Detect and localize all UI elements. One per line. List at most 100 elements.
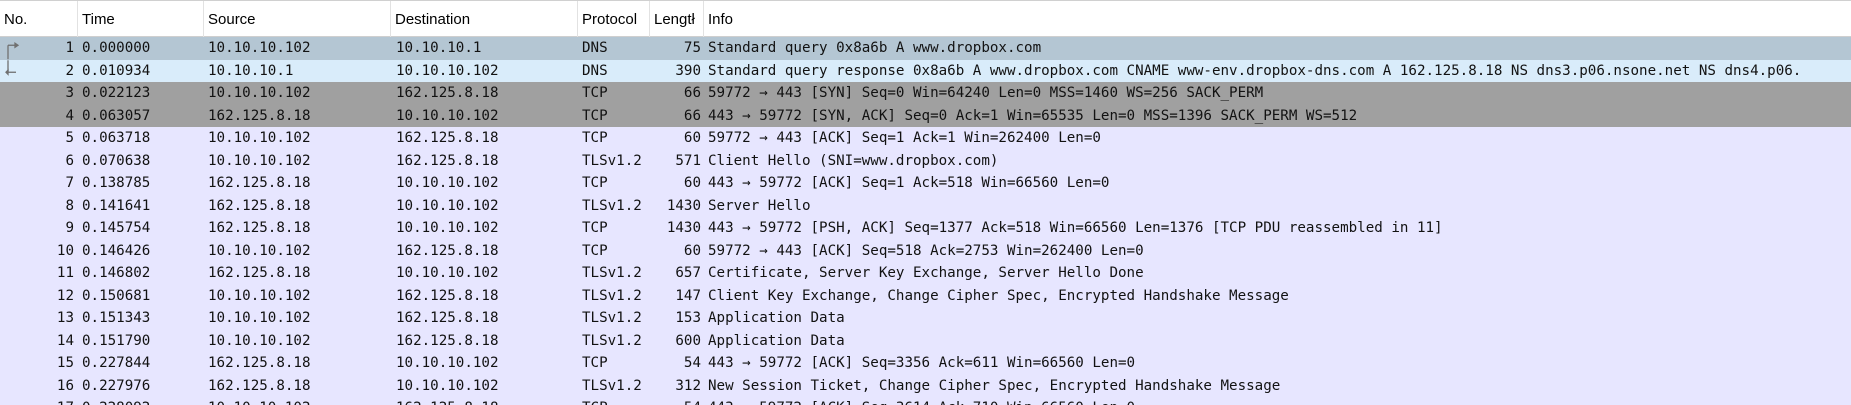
packet-source: 10.10.10.102	[208, 397, 388, 405]
packet-row[interactable]: 13 0.151343 10.10.10.102 162.125.8.18 TL…	[0, 307, 1851, 330]
packet-list-header: No. Time Source Destination Protocol Len…	[0, 0, 1851, 37]
packet-source: 10.10.10.102	[208, 332, 311, 349]
packet-destination: 10.10.10.102	[396, 197, 499, 214]
packet-row[interactable]: 16 0.227976 162.125.8.18 10.10.10.102 TL…	[0, 374, 1851, 397]
packet-source: 10.10.10.102	[208, 85, 311, 101]
packet-row[interactable]: 12 0.150681 10.10.10.102 162.125.8.18 TL…	[0, 284, 1851, 307]
packet-length: 1430	[666, 197, 701, 214]
packet-destination: 10.10.10.1	[396, 40, 482, 56]
packet-row[interactable]: 3 0.022123 10.10.10.102 162.125.8.18 TCP…	[0, 82, 1851, 105]
packet-number: 11	[56, 265, 74, 281]
packet-time: 0.063718	[82, 130, 151, 146]
packet-time: 0.227976	[82, 377, 151, 394]
packet-length: 153	[675, 310, 701, 326]
packet-row[interactable]: 4 0.063057 162.125.8.18 10.10.10.102 TCP…	[0, 104, 1851, 127]
packet-info: New Session Ticket, Change Cipher Spec, …	[708, 377, 1281, 394]
packet-info: Standard query response 0x8a6b A www.dro…	[708, 62, 1802, 79]
packet-time: 0.063057	[82, 107, 151, 124]
packet-source: 10.10.10.102	[208, 40, 311, 56]
packet-destination: 162.125.8.18	[396, 242, 499, 259]
packet-destination: 10.10.10.102	[396, 355, 499, 371]
packet-destination: 10.10.10.102	[396, 107, 499, 124]
packet-length: 1430	[666, 220, 701, 236]
packet-info: Standard query 0x8a6b A www.dropbox.com	[708, 40, 1042, 56]
column-header-destination[interactable]: Destination	[391, 1, 578, 37]
packet-row[interactable]: 8 0.141641 162.125.8.18 10.10.10.102 TLS…	[0, 194, 1851, 217]
packet-length: 571	[675, 152, 701, 169]
packet-destination: 162.125.8.18	[396, 397, 576, 405]
packet-destination: 10.10.10.102	[396, 220, 499, 236]
column-header-info[interactable]: Info	[704, 1, 1851, 37]
packet-time: 0.151790	[82, 332, 151, 349]
packet-time: 0.138785	[82, 175, 151, 191]
column-header-no[interactable]: No.	[0, 1, 78, 37]
packet-number: 6	[65, 152, 74, 169]
packet-row[interactable]: 14 0.151790 10.10.10.102 162.125.8.18 TL…	[0, 329, 1851, 352]
packet-number: 16	[56, 377, 74, 394]
packet-info: Client Hello (SNI=www.dropbox.com)	[708, 152, 999, 169]
packet-number: 9	[65, 220, 74, 236]
related-response-arrow-icon	[5, 59, 16, 76]
packet-length: 54	[640, 397, 701, 405]
packet-row[interactable]: 17 0.228092 10.10.10.102 162.125.8.18 TC…	[0, 397, 1851, 405]
packet-time: 0.227844	[82, 355, 151, 371]
packet-info: Application Data	[708, 310, 845, 326]
packet-time: 0.145754	[82, 220, 151, 236]
packet-source: 10.10.10.102	[208, 152, 311, 169]
packet-time: 0.022123	[82, 85, 151, 101]
packet-destination: 162.125.8.18	[396, 287, 499, 304]
column-header-time[interactable]: Time	[78, 1, 204, 37]
packet-length: 390	[675, 62, 701, 79]
packet-source: 10.10.10.102	[208, 242, 311, 259]
packet-row[interactable]: 1 0.000000 10.10.10.102 10.10.10.1 DNS 7…	[0, 37, 1851, 60]
packet-info: 443 → 59772 [PSH, ACK] Seq=1377 Ack=518 …	[708, 220, 1443, 236]
packet-number: 7	[65, 175, 74, 191]
packet-row[interactable]: 9 0.145754 162.125.8.18 10.10.10.102 TCP…	[0, 217, 1851, 240]
packet-row[interactable]: 10 0.146426 10.10.10.102 162.125.8.18 TC…	[0, 239, 1851, 262]
packet-number: 5	[65, 130, 74, 146]
packet-source: 10.10.10.102	[208, 310, 311, 326]
packet-source: 10.10.10.102	[208, 287, 311, 304]
packet-source: 162.125.8.18	[208, 175, 311, 191]
packet-source: 162.125.8.18	[208, 355, 311, 371]
column-header-protocol[interactable]: Protocol	[578, 1, 650, 37]
packet-number: 10	[56, 242, 74, 259]
packet-info: 59772 → 443 [SYN] Seq=0 Win=64240 Len=0 …	[708, 85, 1264, 101]
packet-length: 75	[683, 40, 701, 56]
packet-length: 60	[683, 175, 701, 191]
packet-destination: 162.125.8.18	[396, 332, 499, 349]
packet-info: 59772 → 443 [ACK] Seq=1 Ack=1 Win=262400…	[708, 130, 1101, 146]
packet-list[interactable]: No. Time Source Destination Protocol Len…	[0, 0, 1851, 405]
packet-row[interactable]: 7 0.138785 162.125.8.18 10.10.10.102 TCP…	[0, 172, 1851, 195]
packet-source: 162.125.8.18	[208, 197, 311, 214]
packet-row[interactable]: 5 0.063718 10.10.10.102 162.125.8.18 TCP…	[0, 127, 1851, 150]
packet-length: 60	[683, 242, 701, 259]
packet-source: 10.10.10.102	[208, 130, 311, 146]
packet-info: 59772 → 443 [ACK] Seq=518 Ack=2753 Win=2…	[708, 242, 1144, 259]
packet-info: Application Data	[708, 332, 845, 349]
packet-number: 3	[65, 85, 74, 101]
packet-number: 4	[65, 107, 74, 124]
packet-length: 147	[675, 287, 701, 304]
packet-destination: 162.125.8.18	[396, 310, 499, 326]
packet-row[interactable]: 15 0.227844 162.125.8.18 10.10.10.102 TC…	[0, 352, 1851, 375]
packet-info: 443 → 59772 [SYN, ACK] Seq=0 Ack=1 Win=6…	[708, 107, 1358, 124]
packet-destination: 10.10.10.102	[396, 175, 499, 191]
packet-row[interactable]: 11 0.146802 162.125.8.18 10.10.10.102 TL…	[0, 262, 1851, 285]
packet-destination: 10.10.10.102	[396, 377, 499, 394]
packet-number: 12	[56, 287, 74, 304]
packet-destination: 10.10.10.102	[396, 265, 499, 281]
packet-row[interactable]: 6 0.070638 10.10.10.102 162.125.8.18 TLS…	[0, 149, 1851, 172]
packet-time: 0.146426	[82, 242, 151, 259]
packet-number: 13	[56, 310, 74, 326]
packet-number: 15	[56, 355, 74, 371]
packet-source: 162.125.8.18	[208, 220, 311, 236]
packet-length: 66	[683, 85, 701, 101]
packet-info: Client Key Exchange, Change Cipher Spec,…	[708, 287, 1289, 304]
packet-destination: 162.125.8.18	[396, 152, 499, 169]
packet-time: 0.141641	[82, 197, 151, 214]
column-header-source[interactable]: Source	[204, 1, 391, 37]
packet-row[interactable]: 2 0.010934 10.10.10.1 10.10.10.102 DNS 3…	[0, 59, 1851, 82]
packet-source: 162.125.8.18	[208, 107, 311, 124]
column-header-length[interactable]: Lengtł	[650, 1, 704, 37]
